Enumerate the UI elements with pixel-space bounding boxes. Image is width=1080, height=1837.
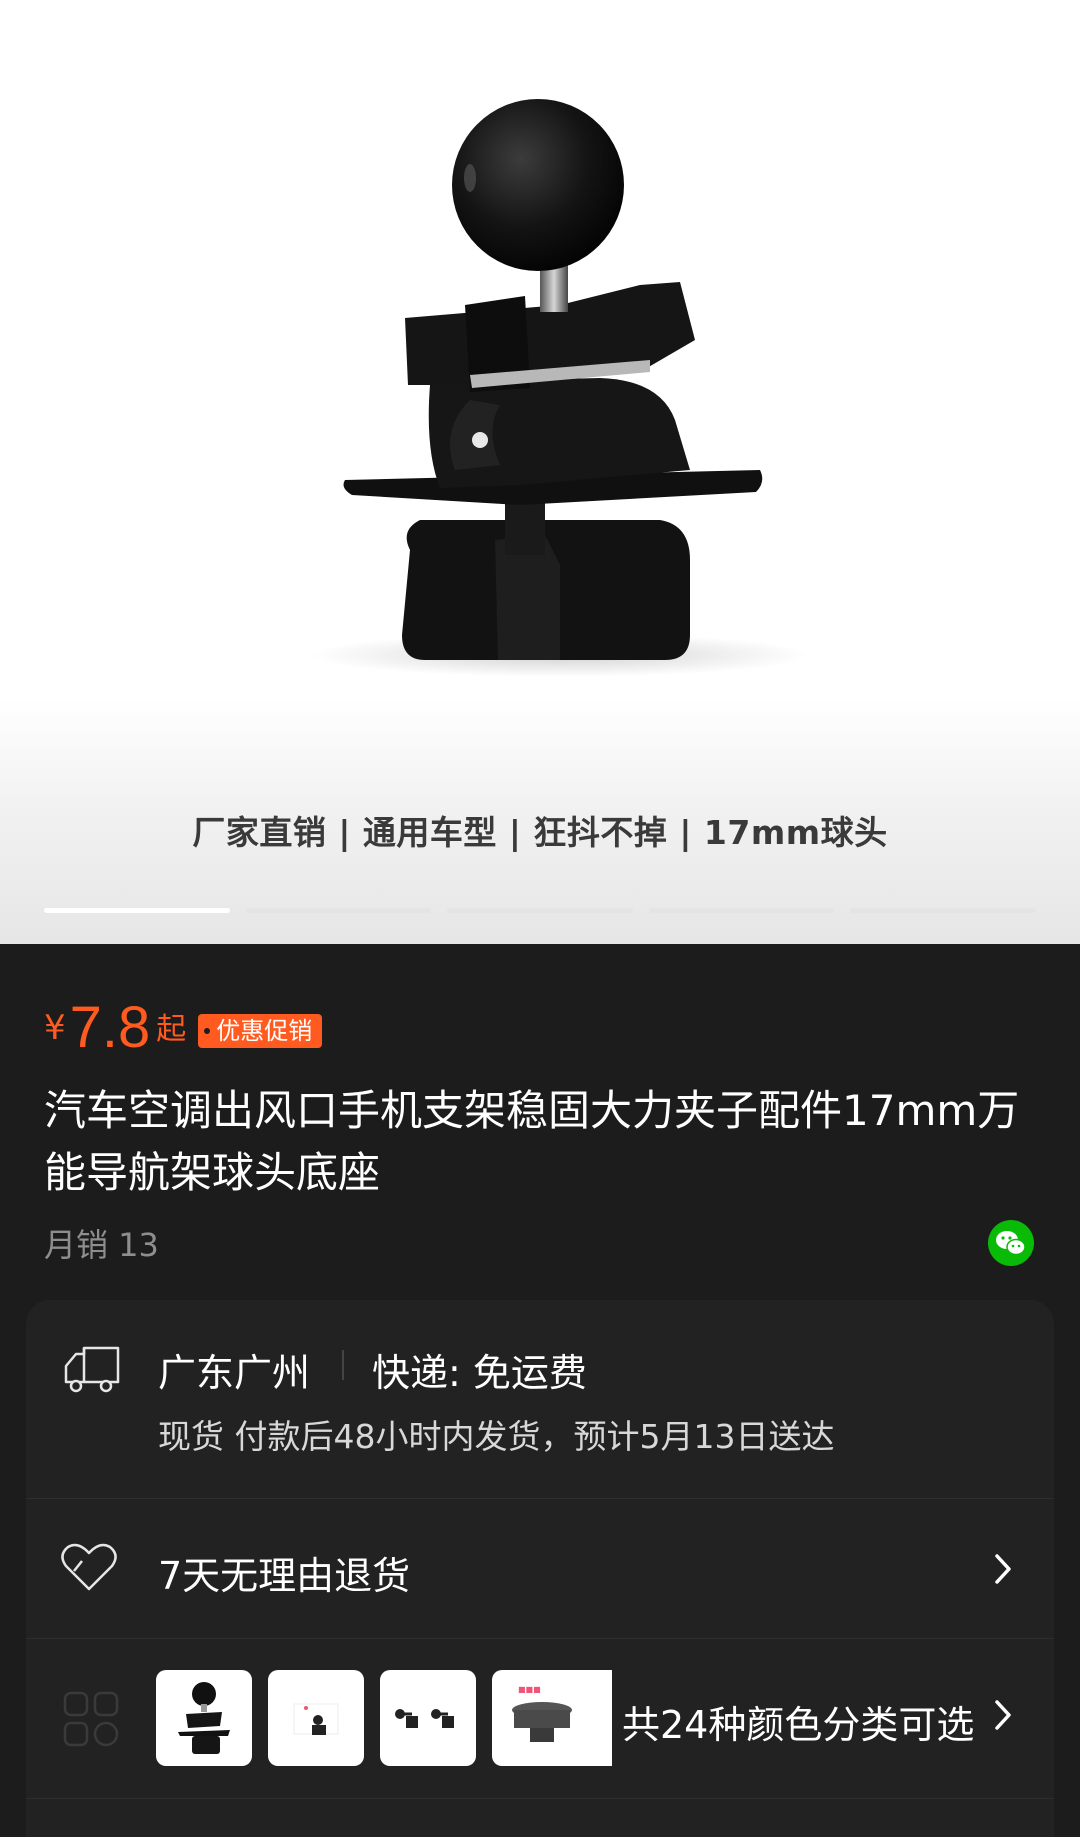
monthly-sales: 月销 13 — [44, 1226, 159, 1264]
variant-row[interactable]: ■■■ 共24种颜色分类可选 — [26, 1638, 1054, 1798]
divider — [342, 1350, 344, 1380]
truck-icon — [62, 1344, 122, 1400]
return-policy-label: 7天无理由退货 — [158, 1554, 411, 1598]
carousel-indicator[interactable] — [447, 908, 633, 913]
carousel-indicator[interactable] — [648, 908, 835, 913]
service-card: 广东广州 快递: 免运费 现货 付款后48小时内发货，预计5月13日送达 7天无… — [26, 1300, 1054, 1837]
carousel-indicator[interactable] — [245, 908, 432, 913]
price-row: ¥ 7.8 起 优惠促销 — [44, 988, 323, 1060]
price-currency: ¥ — [44, 1008, 66, 1048]
variant-thumb[interactable] — [268, 1670, 364, 1766]
product-title: 汽车空调出风口手机支架稳固大力夹子配件17mm万能导航架球头底座 — [44, 1086, 1020, 1197]
product-image-carousel[interactable]: 厂家直销 | 通用车型 | 狂抖不掉 | 17mm球头 — [0, 0, 1080, 944]
svg-text:■■■: ■■■ — [518, 1685, 541, 1694]
ship-detail: 现货 付款后48小时内发货，预计5月13日送达 — [158, 1417, 835, 1456]
divider — [26, 1798, 1054, 1799]
price-suffix: 起 — [156, 1012, 187, 1047]
chevron-right-icon[interactable] — [992, 1552, 1014, 1590]
grid-icon — [62, 1690, 122, 1754]
product-info: ¥ 7.8 起 优惠促销 汽车空调出风口手机支架稳固大力夹子配件17mm万能导航… — [0, 944, 1080, 1294]
carousel-indicators — [44, 908, 1036, 914]
price-value: 7.8 — [69, 995, 151, 1060]
variant-thumbnails: ■■■ — [156, 1670, 612, 1766]
return-policy-row[interactable]: 7天无理由退货 — [26, 1498, 1054, 1638]
ship-origin: 广东广州 — [158, 1351, 311, 1395]
wechat-icon[interactable] — [988, 1220, 1034, 1266]
ship-method: 快递: 免运费 — [372, 1351, 587, 1395]
variant-thumb[interactable] — [156, 1670, 252, 1766]
carousel-indicator[interactable] — [850, 908, 1036, 913]
variant-thumb[interactable]: ■■■ — [492, 1670, 612, 1766]
promo-badge[interactable]: 优惠促销 — [198, 1014, 323, 1048]
carousel-indicator[interactable] — [44, 908, 230, 913]
hero-tagline: 厂家直销 | 通用车型 | 狂抖不掉 | 17mm球头 — [192, 813, 888, 852]
variant-thumb[interactable] — [380, 1670, 476, 1766]
heart-shield-icon — [60, 1541, 118, 1597]
variant-count-label: 共24种颜色分类可选 — [622, 1703, 975, 1747]
shipping-row[interactable]: 广东广州 快递: 免运费 现货 付款后48小时内发货，预计5月13日送达 — [26, 1300, 1054, 1498]
chevron-right-icon[interactable] — [992, 1698, 1014, 1736]
product-photo — [310, 99, 810, 677]
